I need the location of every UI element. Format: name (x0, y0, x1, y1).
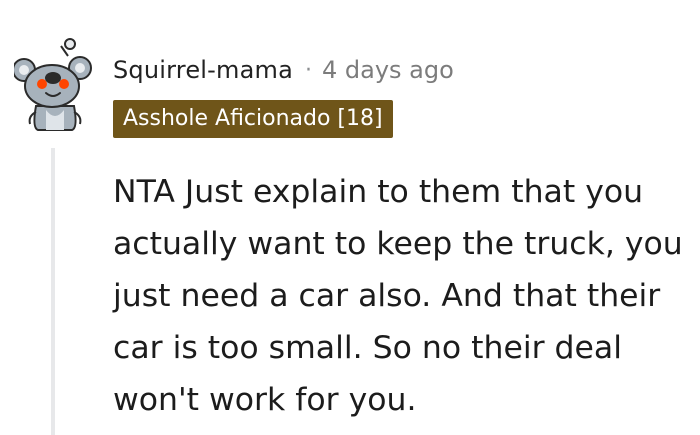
username-link[interactable]: Squirrel-mama (113, 56, 293, 84)
user-flair-badge: Asshole Aficionado [18] (113, 100, 393, 138)
comment-timestamp[interactable]: 4 days ago (322, 56, 454, 84)
thread-collapse-line[interactable] (51, 148, 55, 435)
meta-separator: · (305, 57, 312, 83)
comment-meta: Squirrel-mama · 4 days ago (113, 52, 454, 88)
comment-body: NTA Just explain to them that you actual… (113, 174, 683, 418)
comment: Squirrel-mama · 4 days ago Asshole Afici… (0, 0, 700, 435)
user-avatar-icon[interactable] (12, 36, 94, 132)
